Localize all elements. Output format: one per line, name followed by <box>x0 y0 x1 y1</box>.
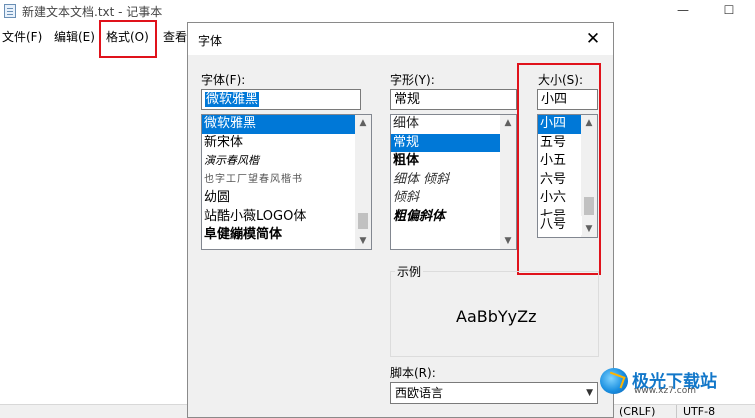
chevron-down-icon[interactable]: ▼ <box>586 383 593 403</box>
scroll-down-icon[interactable]: ▼ <box>355 233 371 249</box>
scroll-up-icon[interactable]: ▲ <box>500 115 516 131</box>
notepad-titlebar: 新建文本文档.txt - 记事本 — ☐ <box>0 0 755 22</box>
script-label: 脚本(R): <box>390 366 436 380</box>
font-option[interactable]: 幼圆 <box>202 189 371 208</box>
dialog-title: 字体 <box>198 34 223 48</box>
notepad-title: 新建文本文档.txt - 记事本 <box>22 5 163 19</box>
style-option[interactable]: 常规 <box>391 133 516 152</box>
style-option[interactable]: 细体 倾斜 <box>391 171 516 190</box>
font-scrollbar[interactable]: ▲ ▼ <box>355 115 371 249</box>
menu-edit[interactable]: 编辑(E) <box>54 28 95 45</box>
style-scrollbar[interactable]: ▲ ▼ <box>500 115 516 249</box>
font-listbox[interactable]: 微软雅黑 新宋体 演示春风楷 也字工厂望春风楷书 幼圆 站酷小薇LOGO体 阜健… <box>201 114 372 250</box>
font-option[interactable]: 阜健繃模简体 <box>202 226 371 245</box>
style-label: 字形(Y): <box>390 73 435 87</box>
script-value: 西欧语言 <box>395 386 444 400</box>
menu-view[interactable]: 查看 <box>163 28 187 45</box>
sample-label: 示例 <box>395 263 424 280</box>
style-option[interactable]: 细体 <box>391 115 516 134</box>
script-select[interactable]: 西欧语言 ▼ <box>390 382 598 404</box>
status-encoding: UTF-8 <box>676 405 715 418</box>
maximize-button[interactable]: ☐ <box>706 0 752 22</box>
font-option[interactable]: 新宋体 <box>202 134 371 153</box>
style-option[interactable]: 粗偏斜体 <box>391 208 516 227</box>
style-option[interactable]: 粗体 <box>391 152 516 171</box>
notepad-app-icon <box>4 4 16 18</box>
close-icon[interactable]: ✕ <box>573 23 613 55</box>
style-listbox[interactable]: 细体 常规 粗体 细体 倾斜 倾斜 粗偏斜体 ▲ ▼ <box>390 114 517 250</box>
font-input-text: 微软雅黑 <box>205 92 260 107</box>
style-option[interactable]: 倾斜 <box>391 189 516 208</box>
font-dialog: 字体 ✕ 字体(F): 微软雅黑 微软雅黑 新宋体 演示春风楷 也字工厂望春风楷… <box>187 22 614 418</box>
font-label: 字体(F): <box>201 73 246 87</box>
format-menu-highlight <box>99 20 157 58</box>
scroll-up-icon[interactable]: ▲ <box>355 115 371 131</box>
dialog-titlebar: 字体 ✕ <box>188 23 613 55</box>
scroll-down-icon[interactable]: ▼ <box>500 233 516 249</box>
font-option[interactable]: 站酷小薇LOGO体 <box>202 208 371 227</box>
scroll-thumb[interactable] <box>358 213 368 229</box>
sample-text: AaBbYyZz <box>456 307 537 326</box>
font-option[interactable]: 演示春风楷 <box>202 152 371 171</box>
menu-file[interactable]: 文件(F) <box>2 28 42 45</box>
status-line-ending: (CRLF) <box>612 405 655 418</box>
watermark: 极光下载站 www.xz7.com <box>600 366 750 396</box>
font-input[interactable]: 微软雅黑 <box>201 89 361 110</box>
font-option[interactable]: 也字工厂望春风楷书 <box>202 171 371 190</box>
size-highlight <box>517 63 601 275</box>
minimize-button[interactable]: — <box>660 0 706 22</box>
font-option[interactable]: 微软雅黑 <box>202 115 371 134</box>
watermark-url: www.xz7.com <box>634 386 696 396</box>
watermark-logo-icon <box>600 368 628 394</box>
style-input-text: 常规 <box>394 92 421 107</box>
style-input[interactable]: 常规 <box>390 89 517 110</box>
